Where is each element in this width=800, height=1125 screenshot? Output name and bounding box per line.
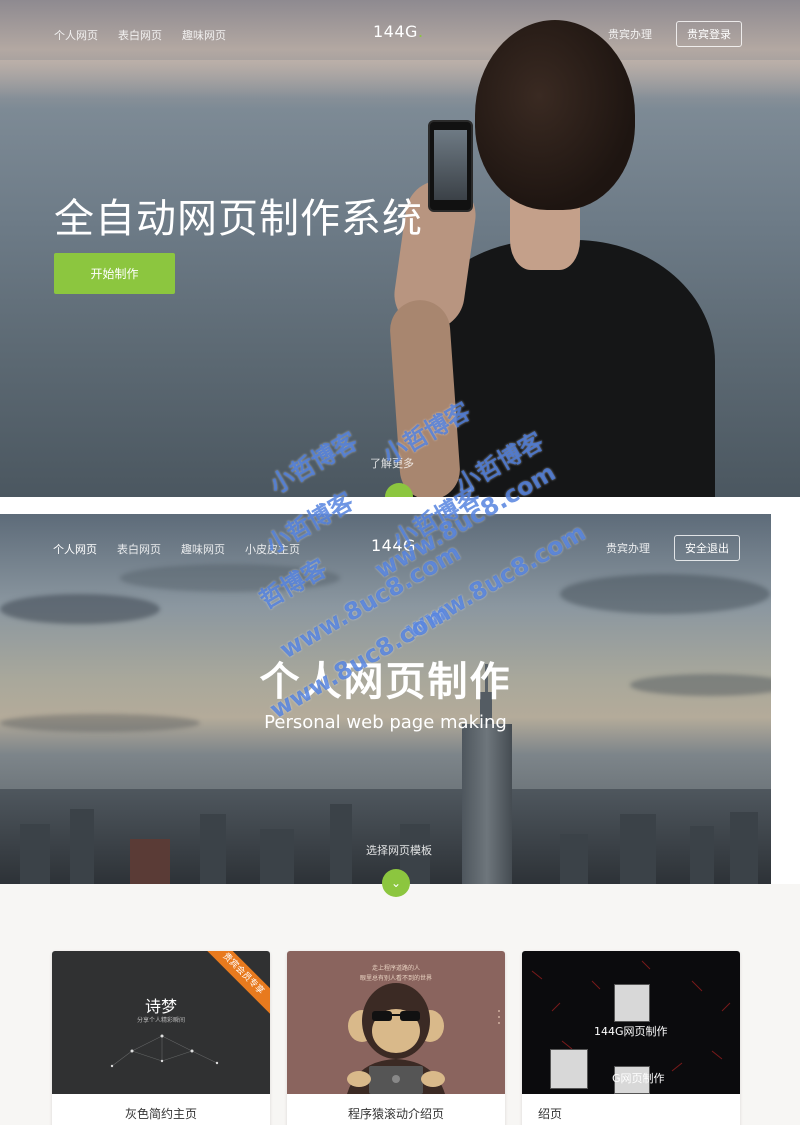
nav-right: 贵宾办理 贵宾登录: [608, 21, 742, 47]
nav-links: 个人网页 表白网页 趣味网页: [54, 27, 226, 43]
template-name: 绍页: [538, 1107, 563, 1121]
thumbnail-title: 144G网页制作: [594, 1025, 668, 1038]
nav-link-personal[interactable]: 个人网页: [54, 27, 98, 43]
template-thumbnail: 诗梦 分享个人精彩瞬间 贵宾会员专享: [52, 951, 270, 1094]
top-nav-1: 个人网页 表白网页 趣味网页 144G. 贵宾办理 贵宾登录: [0, 21, 800, 67]
template-thumbnail: 144G网页制作 G网页制作: [522, 951, 740, 1094]
nav-links: 个人网页 表白网页 趣味网页 小皮皮主页: [53, 541, 300, 557]
brand-logo[interactable]: 144G: [371, 536, 416, 555]
template-card[interactable]: 诗梦 分享个人精彩瞬间 贵宾会员专享 灰色简约主页: [52, 951, 270, 1125]
learn-more-link[interactable]: 了解更多: [370, 455, 414, 471]
nav-link-confession[interactable]: 表白网页: [117, 541, 161, 557]
login-button[interactable]: 贵宾登录: [676, 21, 742, 47]
template-card[interactable]: 走上程序道路的人 眼里总有别人看不到的世界 程序猿滚动介绍页: [287, 951, 505, 1125]
monkey-illustration: [347, 983, 500, 1094]
section-subtitle: Personal web page making: [264, 712, 507, 733]
start-button[interactable]: 开始制作: [54, 253, 175, 294]
scroll-down-button-2[interactable]: ⌄: [382, 869, 410, 897]
mask-image: [550, 1049, 588, 1089]
phone-image: [428, 120, 473, 212]
template-name: 程序猿滚动介绍页: [347, 1107, 444, 1121]
template-card[interactable]: 144G网页制作 G网页制作 绍页: [522, 951, 740, 1125]
choose-template-label: 选择网页模板: [366, 844, 432, 857]
brand-text: 144G: [373, 22, 418, 41]
template-name: 灰色简约主页: [124, 1107, 197, 1121]
city-skyline: [0, 789, 771, 884]
chevron-down-icon: ⌄: [390, 876, 402, 890]
vip-link[interactable]: 贵宾办理: [608, 26, 652, 42]
hero-section-1: 个人网页 表白网页 趣味网页 144G. 贵宾办理 贵宾登录 全自动网页制作系统…: [0, 0, 800, 497]
vip-link[interactable]: 贵宾办理: [606, 540, 650, 556]
section-title: 个人网页制作: [259, 659, 512, 705]
nav-link-homepage[interactable]: 小皮皮主页: [245, 541, 300, 557]
nav-link-confession[interactable]: 表白网页: [118, 27, 162, 43]
hero-section-2: 个人网页 表白网页 趣味网页 小皮皮主页 144G 贵宾办理 安全退出 个人网页…: [0, 514, 771, 884]
nav-right: 贵宾办理 安全退出: [606, 535, 740, 561]
chevron-down-icon: ⌄: [393, 490, 405, 497]
hero-title: 全自动网页制作系统: [54, 196, 423, 242]
nav-link-fun[interactable]: 趣味网页: [182, 27, 226, 43]
template-gallery: 诗梦 分享个人精彩瞬间 贵宾会员专享 灰色简约主页 走上程序道路的人 眼里总有别…: [0, 884, 800, 1125]
top-nav-2: 个人网页 表白网页 趣味网页 小皮皮主页 144G 贵宾办理 安全退出: [0, 535, 771, 581]
mask-image: [614, 984, 650, 1022]
empire-state-building: [462, 724, 512, 884]
nav-link-fun[interactable]: 趣味网页: [181, 541, 225, 557]
nav-link-personal[interactable]: 个人网页: [53, 541, 97, 557]
thumbnail-overlay-text: G网页制作: [612, 1072, 665, 1085]
brand-dot: .: [417, 22, 424, 41]
brand-logo[interactable]: 144G.: [373, 22, 424, 41]
thumbnail-subtitle: 分享个人精彩瞬间: [136, 1017, 185, 1024]
thumbnail-title: 诗梦: [144, 997, 177, 1016]
logout-button[interactable]: 安全退出: [674, 535, 740, 561]
template-thumbnail: 走上程序道路的人 眼里总有别人看不到的世界: [287, 951, 505, 1094]
